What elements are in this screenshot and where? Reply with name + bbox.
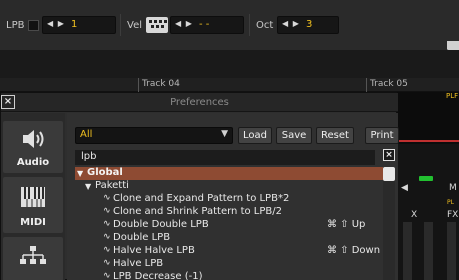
network-tree-icon: [20, 246, 46, 264]
tree-row-label: Halve Halve LPB: [113, 245, 195, 256]
shortcut-list-item[interactable]: ∿ Clone and Shrink Pattern to LPB/2: [75, 206, 385, 219]
track-divider: [366, 78, 367, 92]
preferences-sidebar: Audio MIDI: [1, 113, 65, 280]
clear-search-icon[interactable]: ×: [383, 149, 395, 161]
vel-stepper-arrows-icon[interactable]: ◀ ▶: [175, 19, 193, 28]
track-05-header[interactable]: Track 05: [370, 79, 408, 89]
action-wave-icon: ∿: [103, 219, 111, 229]
shortcut-tree: ▼ Global ▼ Paketti ∿ Clone and Expand Pattern…: [75, 167, 395, 280]
tree-row-label: Double LPB: [113, 232, 171, 243]
sidebar-item-midi-label: MIDI: [20, 217, 46, 228]
action-wave-icon: ∿: [103, 245, 111, 255]
tree-scrollbar-thumb[interactable]: [383, 167, 395, 181]
shortcut-list-item[interactable]: ∿ Halve LPB: [75, 258, 385, 271]
vel-label: Vel: [127, 20, 142, 31]
reset-button[interactable]: Reset: [316, 127, 354, 144]
mixer-column: [424, 222, 433, 280]
print-button[interactable]: Print: [365, 127, 399, 144]
toolbar-divider: [120, 14, 121, 36]
pattern-cursor-line: [395, 140, 459, 142]
dialog-title-bar[interactable]: × Preferences: [1, 93, 398, 112]
oct-label: Oct: [256, 20, 274, 31]
mixer-mute-icon[interactable]: ◀: [401, 183, 408, 193]
search-input[interactable]: lpb: [75, 150, 375, 165]
shortcut-list-item[interactable]: ∿ Clone and Expand Pattern to LPB*2: [75, 193, 385, 206]
shortcut-list-item[interactable]: ∿ Halve Halve LPB ⌘ ⇧ Down: [75, 245, 385, 258]
action-wave-icon: ∿: [103, 258, 111, 268]
tree-row-label: LPB Decrease (-1): [113, 271, 203, 280]
shortcut-list-item[interactable]: ∿ Double LPB: [75, 232, 385, 245]
shortcut-key-combo[interactable]: ⌘ ⇧ Up: [327, 219, 365, 230]
velocity-keyboard-icon[interactable]: [146, 17, 168, 33]
fx-column-label-right: FX: [447, 210, 459, 220]
sidebar-item-midi[interactable]: MIDI: [3, 177, 63, 233]
tree-group-global[interactable]: ▼ Global: [75, 167, 385, 180]
lpb-stepper[interactable]: ◀ ▶ 1: [42, 16, 116, 34]
chevron-down-icon[interactable]: ▼: [221, 129, 228, 139]
action-wave-icon: ∿: [103, 206, 111, 216]
save-button[interactable]: Save: [276, 127, 312, 144]
dialog-title: Preferences: [170, 97, 229, 108]
oct-stepper[interactable]: ◀ ▶ 3: [277, 16, 339, 34]
tree-row-label: Global: [87, 167, 123, 178]
shortcut-key-combo[interactable]: ⌘ ⇧ Down: [327, 245, 380, 256]
tree-row-label: Double Double LPB: [113, 219, 209, 230]
sidebar-item-audio[interactable]: Audio: [3, 121, 63, 173]
main-toolbar: LPB ◀ ▶ 1 Vel ◀ ▶ - - Oct ◀ ▶ 3: [0, 0, 459, 55]
shortcut-list-item[interactable]: ∿ LPB Decrease (-1): [75, 271, 385, 280]
mixer-column: [447, 222, 456, 280]
lpb-value: 1: [71, 19, 78, 30]
action-wave-icon: ∿: [103, 193, 111, 203]
tree-group-paketti[interactable]: ▼ Paketti: [75, 180, 385, 193]
sidebar-item-network[interactable]: [3, 237, 63, 280]
track-04-header[interactable]: Track 04: [142, 79, 180, 89]
category-filter-value: All: [80, 129, 93, 140]
chevron-down-icon[interactable]: ▼: [77, 169, 83, 178]
speaker-icon: [23, 130, 44, 148]
mixer-label: M: [449, 183, 457, 193]
toolbar-divider: [249, 14, 250, 36]
sidebar-item-audio-label: Audio: [16, 157, 50, 168]
tree-row-label: Paketti: [95, 180, 129, 191]
tree-row-label: Halve LPB: [113, 258, 164, 269]
fx-column-label-left: X: [411, 210, 418, 220]
keyboard-shortcuts-panel: All ▼ Load Save Reset Print lpb × ▼ Globa…: [67, 113, 399, 280]
track-header-row: Track 04 Track 05: [0, 78, 459, 92]
pattern-column-label: PLF: [446, 92, 459, 100]
load-button[interactable]: Load: [238, 127, 272, 144]
oct-stepper-arrows-icon[interactable]: ◀ ▶: [282, 19, 300, 28]
tree-row-label: Clone and Shrink Pattern to LPB/2: [113, 206, 282, 217]
oct-value: 3: [306, 19, 313, 30]
toolbar-lower-strip: [0, 50, 459, 78]
tree-row-label: Clone and Expand Pattern to LPB*2: [113, 193, 290, 204]
lpb-label: LPB: [6, 20, 25, 31]
action-wave-icon: ∿: [103, 271, 111, 280]
lpb-checkbox[interactable]: [28, 20, 39, 31]
lpb-stepper-arrows-icon[interactable]: ◀ ▶: [47, 19, 65, 28]
mixer-column: [403, 222, 412, 280]
vel-value: - -: [199, 19, 210, 30]
mixer-pl-label: PL: [447, 199, 454, 206]
chevron-down-icon[interactable]: ▼: [85, 182, 91, 191]
track-active-indicator[interactable]: [419, 176, 433, 181]
preferences-dialog: × Preferences Audio MIDI All ▼ Load Save…: [0, 92, 399, 280]
search-input-value: lpb: [81, 151, 97, 162]
piano-keys-icon: [21, 187, 45, 207]
shortcut-list-item[interactable]: ∿ Double Double LPB ⌘ ⇧ Up: [75, 219, 385, 232]
category-filter-select[interactable]: All ▼: [75, 127, 233, 144]
vel-stepper[interactable]: ◀ ▶ - -: [170, 16, 244, 34]
action-wave-icon: ∿: [103, 232, 111, 242]
tree-scrollbar[interactable]: [383, 167, 395, 280]
app-window: { "toolbar": { "lpb_label": "LPB", "lpb_…: [0, 0, 459, 280]
track-divider: [138, 78, 139, 92]
